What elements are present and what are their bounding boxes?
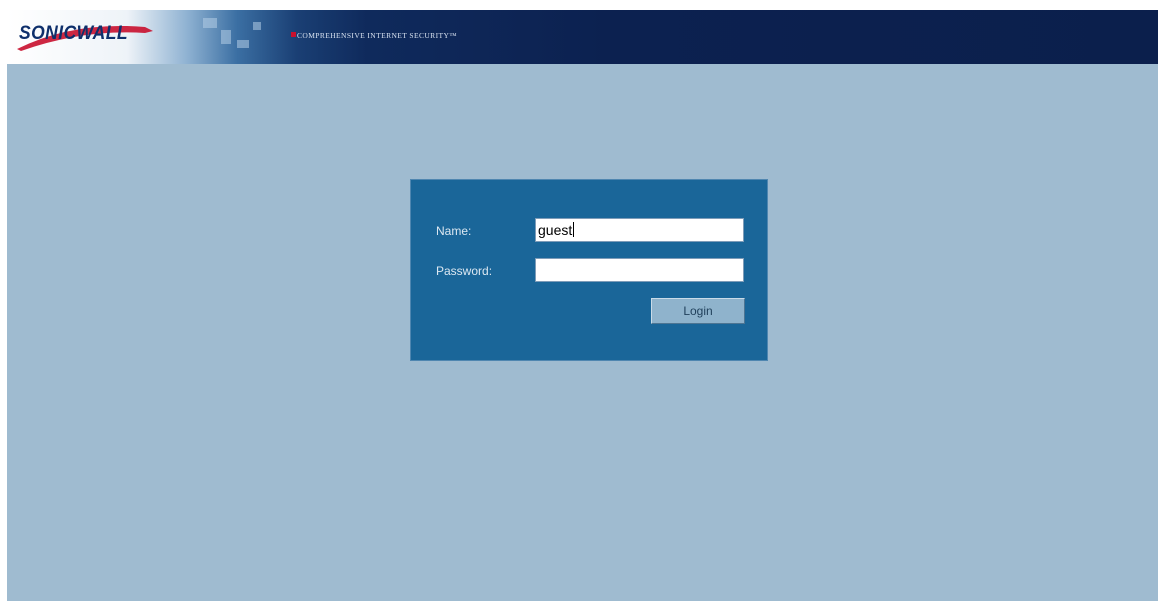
top-strip xyxy=(0,0,1158,10)
tagline-bullet-icon xyxy=(291,32,296,37)
password-label: Password: xyxy=(436,264,493,278)
login-panel: Name: guest Password: Login xyxy=(410,179,768,361)
name-input[interactable]: guest xyxy=(535,218,744,242)
banner-decor xyxy=(253,22,261,30)
brand-name: SONICWALL xyxy=(19,23,129,44)
name-label: Name: xyxy=(436,224,472,238)
name-input-value: guest xyxy=(538,222,573,238)
header-banner: SONICWALL COMPREHENSIVE INTERNET SECURIT… xyxy=(7,10,1158,64)
banner-decor xyxy=(237,40,249,48)
tagline: COMPREHENSIVE INTERNET SECURITY™ xyxy=(297,31,458,40)
page: SONICWALL COMPREHENSIVE INTERNET SECURIT… xyxy=(0,0,1158,601)
banner-decor xyxy=(203,18,217,28)
text-caret xyxy=(573,222,575,237)
left-edge xyxy=(0,10,7,601)
banner-decor xyxy=(221,30,231,44)
login-button[interactable]: Login xyxy=(651,298,745,324)
password-input[interactable] xyxy=(535,258,744,282)
